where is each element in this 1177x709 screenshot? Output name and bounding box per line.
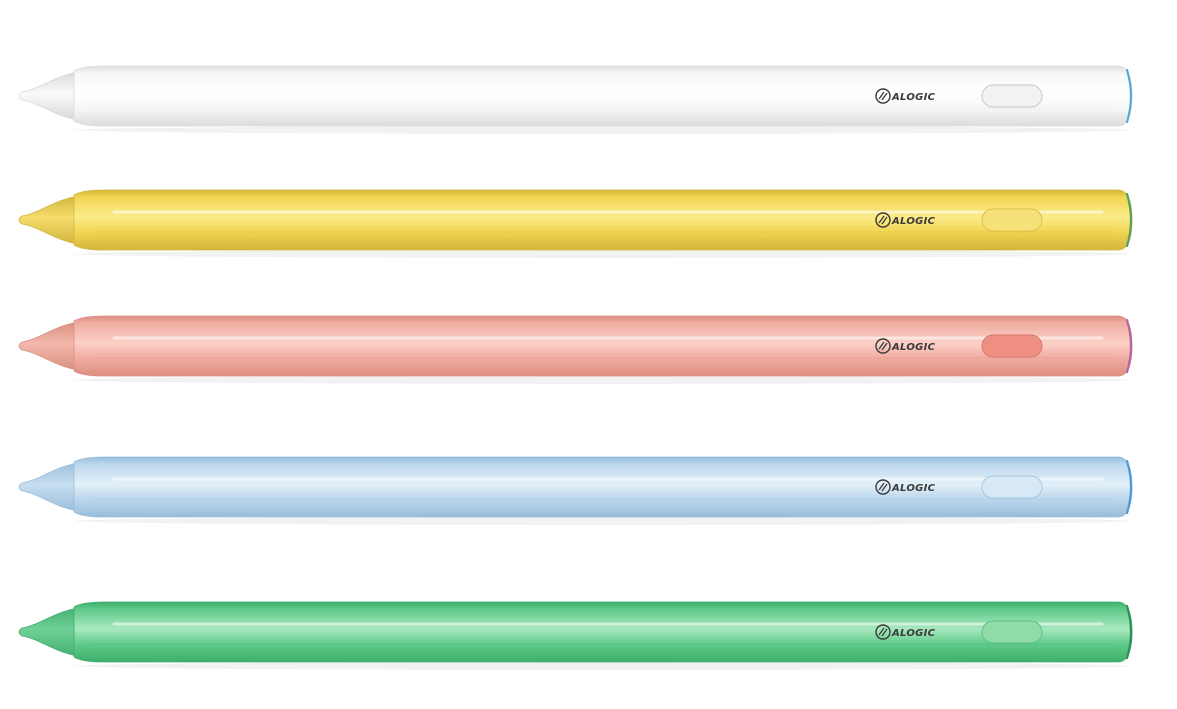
pencil-body bbox=[73, 456, 1133, 518]
pencil-blue: ALOGIC bbox=[18, 456, 1133, 525]
pencil-shadow bbox=[74, 250, 1132, 258]
brand-name: ALOGIC bbox=[891, 92, 936, 103]
pencil-shadow bbox=[74, 126, 1132, 134]
brand-name: ALOGIC bbox=[891, 216, 936, 227]
pencil-shadow bbox=[74, 376, 1132, 384]
pencil-shadow bbox=[74, 517, 1132, 525]
pencil-body bbox=[73, 189, 1133, 251]
pencil-yellow: ALOGIC bbox=[18, 189, 1133, 258]
brand-name: ALOGIC bbox=[891, 342, 936, 353]
pencil-body bbox=[73, 315, 1133, 377]
pencil-green: ALOGIC bbox=[18, 601, 1133, 670]
pencil-side-button bbox=[981, 208, 1043, 232]
pencil-side-button bbox=[981, 620, 1043, 644]
pencil-shadow bbox=[74, 662, 1132, 670]
pencil-side-button bbox=[981, 84, 1043, 108]
brand-name: ALOGIC bbox=[891, 628, 936, 639]
pencil-side-button bbox=[981, 475, 1043, 499]
pencil-pink: ALOGIC bbox=[18, 315, 1133, 384]
pencil-body bbox=[73, 65, 1133, 127]
pencil-side-button bbox=[981, 334, 1043, 358]
pencil-body bbox=[73, 601, 1133, 663]
pencil-product-photo: ALOGIC ALOGIC ALOGIC ALOGIC ALOGIC bbox=[0, 0, 1177, 709]
pencil-white: ALOGIC bbox=[18, 65, 1133, 134]
brand-name: ALOGIC bbox=[891, 483, 936, 494]
